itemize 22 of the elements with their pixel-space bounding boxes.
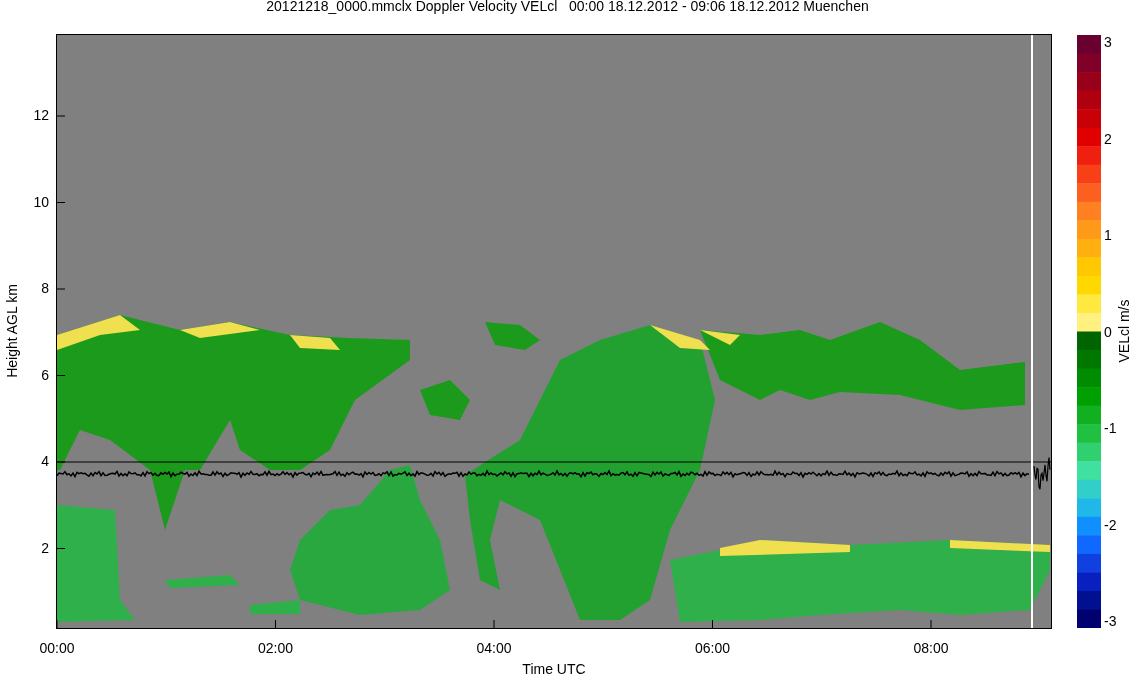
x-tick-label: 04:00 bbox=[475, 640, 513, 656]
colorbar-tick-label: 3 bbox=[1104, 34, 1112, 50]
colorbar-label: VELcl m/s bbox=[1116, 298, 1132, 365]
colorbar-tick-label: 0 bbox=[1104, 323, 1112, 340]
colorbar-tick-label: -1 bbox=[1104, 420, 1117, 436]
colorbar-tick-label: -2 bbox=[1104, 516, 1117, 533]
x-axis-label: Time UTC bbox=[521, 661, 587, 677]
y-tick-label: 12 bbox=[33, 107, 49, 123]
colorbar-tick-label: -3 bbox=[1104, 613, 1117, 629]
x-tick-label: 06:00 bbox=[693, 640, 731, 656]
y-tick-label: 2 bbox=[41, 539, 49, 556]
x-tick-label: 02:00 bbox=[256, 640, 294, 656]
y-tick-label: 10 bbox=[33, 193, 49, 210]
y-tick-label: 8 bbox=[41, 280, 49, 296]
x-tick-label: 00:00 bbox=[38, 640, 76, 656]
colorbar-tick-label: 1 bbox=[1104, 227, 1112, 243]
y-axis-label: Height AGL km bbox=[4, 283, 20, 380]
chart-title: 20121218_0000.mmclx Doppler Velocity VELcl 00:00 18.12.2012 - 09:06 18.12.2012 Muenchen bbox=[265, 0, 870, 14]
y-tick-label: 4 bbox=[41, 453, 49, 469]
x-tick-label: 08:00 bbox=[912, 640, 950, 656]
colorbar-tick-label: 2 bbox=[1104, 130, 1112, 147]
y-tick-label: 6 bbox=[41, 366, 49, 383]
